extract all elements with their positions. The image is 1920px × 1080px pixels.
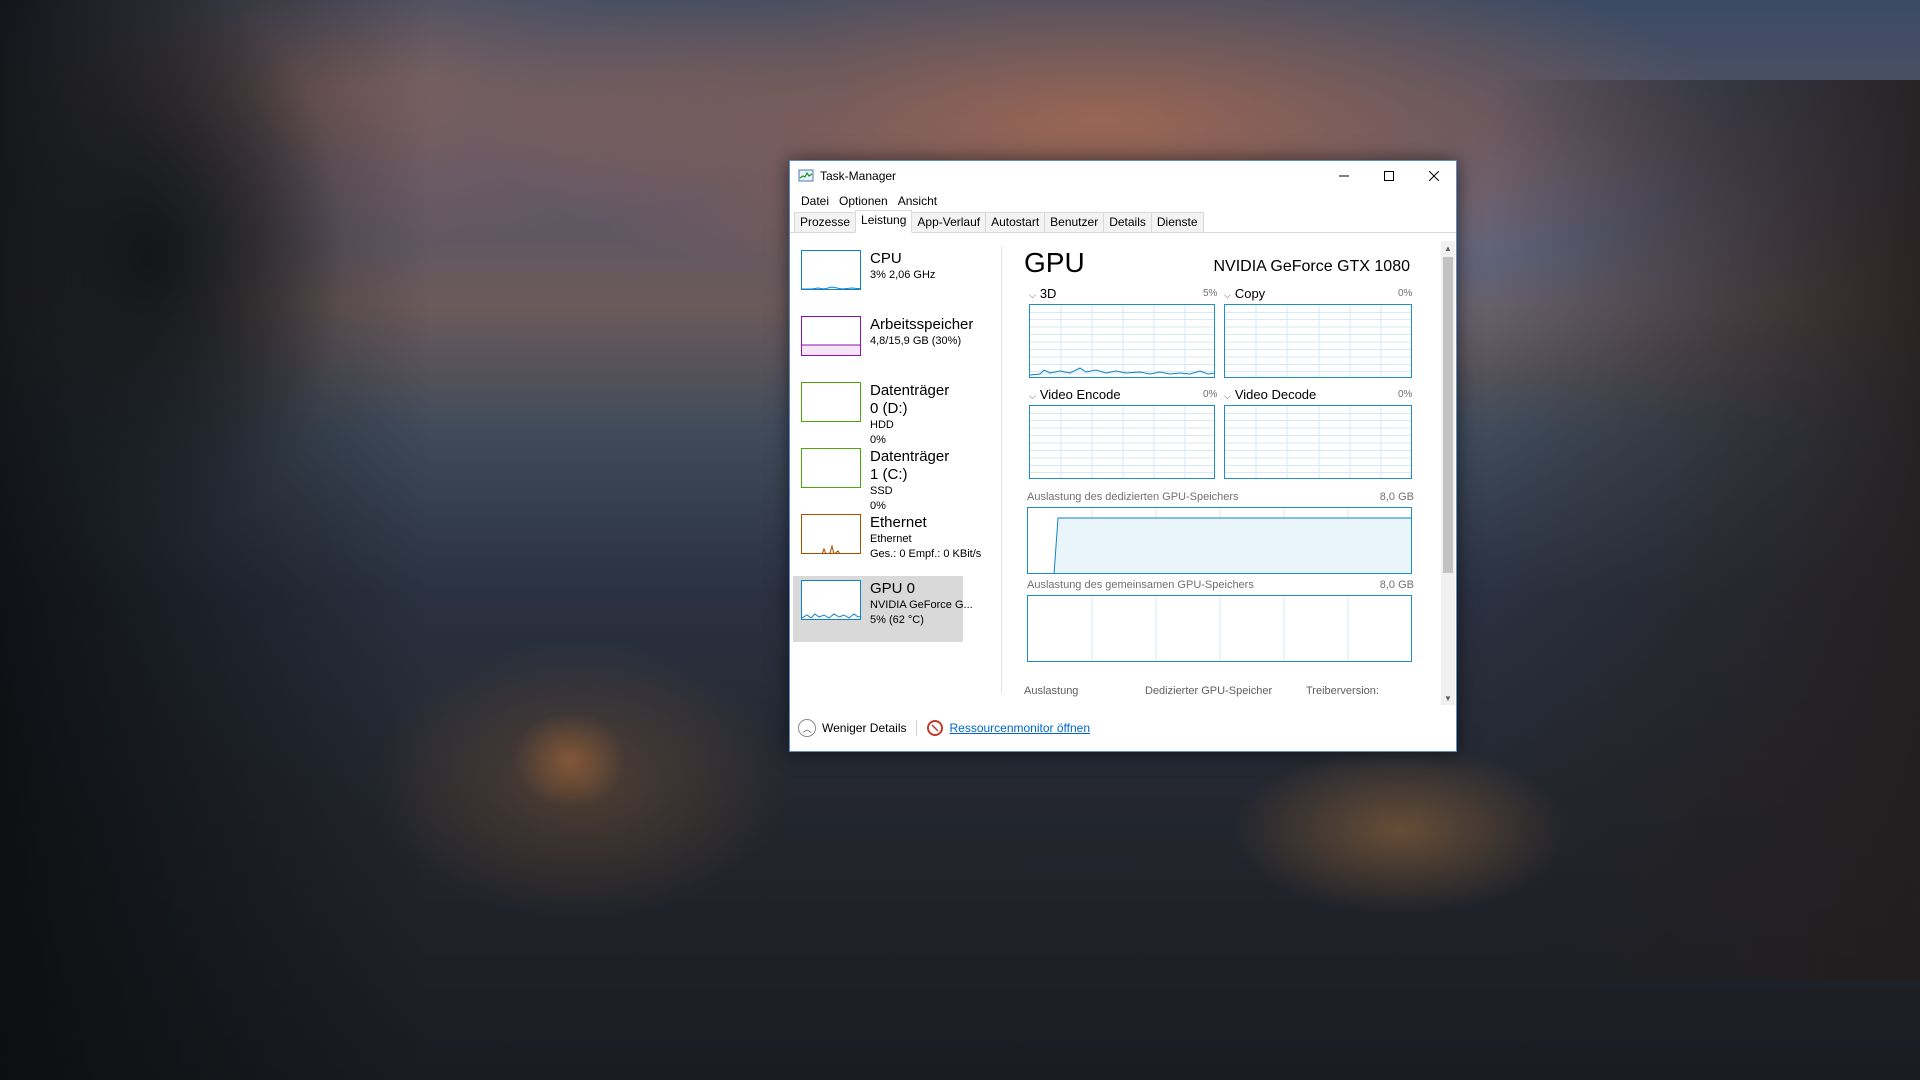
- engine-video-decode-percent: 0%: [1398, 389, 1413, 400]
- sidebar-item-disk-0[interactable]: Datenträger 0 (D:) HDD 0%: [793, 378, 963, 446]
- cpu-sparkline: [801, 250, 861, 290]
- ethernet-adapter: Ethernet: [870, 533, 912, 545]
- ethernet-sparkline: [801, 514, 861, 554]
- sidebar-item-memory[interactable]: Arbeitsspeicher 4,8/15,9 GB (30%): [793, 312, 973, 378]
- gpu-model-name: NVIDIA GeForce GTX 1080: [1213, 258, 1410, 275]
- close-button[interactable]: [1411, 161, 1456, 191]
- tab-details[interactable]: Details: [1103, 212, 1152, 232]
- vertical-scrollbar[interactable]: ▲ ▼: [1441, 241, 1455, 705]
- resource-monitor-label: Ressourcenmonitor öffnen: [949, 721, 1091, 735]
- minimize-icon: [1338, 175, 1349, 177]
- menu-ansicht[interactable]: Ansicht: [893, 194, 942, 208]
- maximize-button[interactable]: [1366, 161, 1411, 191]
- engine-video-decode-selector[interactable]: ⌵ Video Decode: [1224, 387, 1316, 402]
- sidebar-item-ethernet[interactable]: Ethernet Ethernet Ges.: 0 Empf.: 0 KBit/…: [793, 510, 981, 576]
- menu-optionen[interactable]: Optionen: [834, 194, 893, 208]
- engine-copy-label: Copy: [1234, 286, 1266, 301]
- chevron-down-icon: ⌵: [1029, 391, 1036, 401]
- gpu-0-usage: 5% (62 °C): [870, 614, 924, 626]
- shared-memory-max: 8,0 GB: [1379, 579, 1414, 591]
- scroll-up-icon[interactable]: ▲: [1441, 241, 1455, 255]
- tab-leistung[interactable]: Leistung: [855, 210, 913, 233]
- menu-bar: Datei Optionen Ansicht: [790, 191, 1456, 211]
- engine-copy-selector[interactable]: ⌵ Copy: [1224, 286, 1265, 301]
- tab-autostart[interactable]: Autostart: [985, 212, 1046, 232]
- chevron-up-icon: ︿: [798, 719, 816, 737]
- title-bar[interactable]: Task-Manager: [790, 161, 1456, 191]
- menu-datei[interactable]: Datei: [796, 194, 834, 208]
- engine-copy-percent: 0%: [1398, 288, 1413, 299]
- resource-list: CPU 3% 2,06 GHz Arbeitsspeicher 4,8/15,9…: [793, 246, 981, 706]
- disk-0-type: HDD: [870, 419, 894, 431]
- engine-video-decode-graph: [1224, 405, 1412, 479]
- task-manager-icon: [798, 168, 814, 184]
- engine-video-encode-percent: 0%: [1203, 389, 1218, 400]
- tab-app-verlauf[interactable]: App-Verlauf: [911, 212, 987, 232]
- fewer-details-label: Weniger Details: [822, 721, 907, 735]
- dedicated-memory-label: Auslastung des dedizierten GPU-Speichers: [1027, 491, 1239, 503]
- close-icon: [1428, 171, 1439, 181]
- panel-divider: [1001, 246, 1002, 694]
- background-tree: [0, 0, 430, 1080]
- cpu-usage: 3% 2,06 GHz: [870, 269, 936, 281]
- engine-3d-label: 3D: [1039, 286, 1057, 301]
- tab-bar: Prozesse Leistung App-Verlauf Autostart …: [790, 210, 1456, 233]
- gpu-details: GPU NVIDIA GeForce GTX 1080 ⌵ 3D 5% ⌵ Copy: [1024, 248, 1414, 704]
- gpu-0-title: GPU 0: [870, 580, 916, 597]
- background-cable-car: [495, 700, 645, 850]
- engine-video-encode-selector[interactable]: ⌵ Video Encode: [1029, 387, 1121, 402]
- engine-copy-graph: [1224, 304, 1412, 378]
- disk-0-sparkline: [801, 382, 861, 422]
- disk-1-type: SSD: [870, 485, 893, 497]
- chevron-down-icon: ⌵: [1224, 391, 1231, 401]
- task-manager-window: Task-Manager Datei Optionen Ansicht Proz…: [789, 160, 1457, 752]
- engine-video-encode-label: Video Encode: [1039, 387, 1121, 402]
- disk-1-title: Datenträger 1 (C:): [870, 448, 950, 483]
- performance-panel: CPU 3% 2,06 GHz Arbeitsspeicher 4,8/15,9…: [790, 234, 1456, 704]
- resource-monitor-link[interactable]: Ressourcenmonitor öffnen: [927, 720, 1090, 736]
- memory-title: Arbeitsspeicher: [870, 316, 974, 333]
- window-title: Task-Manager: [820, 169, 897, 183]
- stat-driver-version-label: Treiberversion:: [1306, 685, 1379, 697]
- tab-dienste[interactable]: Dienste: [1150, 212, 1204, 232]
- stat-utilization-label: Auslastung: [1024, 685, 1079, 697]
- dedicated-memory-max: 8,0 GB: [1379, 491, 1414, 503]
- dedicated-memory-graph: [1027, 507, 1412, 574]
- gpu-0-model: NVIDIA GeForce G...: [870, 599, 973, 611]
- sidebar-item-disk-1[interactable]: Datenträger 1 (C:) SSD 0%: [793, 444, 963, 512]
- scroll-thumb[interactable]: [1443, 257, 1453, 573]
- footer-separator: [916, 720, 918, 736]
- engine-3d-selector[interactable]: ⌵ 3D: [1029, 286, 1056, 301]
- disk-0-title: Datenträger 0 (D:): [870, 382, 950, 417]
- shared-memory-graph: [1027, 595, 1412, 662]
- scroll-down-icon[interactable]: ▼: [1441, 691, 1455, 705]
- background-houses: [1490, 80, 1920, 980]
- tab-prozesse[interactable]: Prozesse: [794, 212, 857, 232]
- sidebar-item-cpu[interactable]: CPU 3% 2,06 GHz: [793, 246, 963, 312]
- chevron-down-icon: ⌵: [1224, 290, 1231, 300]
- ethernet-title: Ethernet: [870, 514, 927, 531]
- cpu-title: CPU: [870, 250, 902, 267]
- tab-benutzer[interactable]: Benutzer: [1044, 212, 1105, 232]
- disk-1-sparkline: [801, 448, 861, 488]
- engine-video-decode-label: Video Decode: [1234, 387, 1317, 402]
- gpu-sparkline: [801, 580, 861, 620]
- memory-usage: 4,8/15,9 GB (30%): [870, 335, 962, 347]
- gpu-heading: GPU: [1024, 247, 1085, 278]
- engine-3d-graph: [1029, 304, 1215, 378]
- maximize-icon: [1383, 171, 1394, 181]
- stat-dedicated-memory-label: Dedizierter GPU-Speicher: [1145, 685, 1273, 697]
- fewer-details-button[interactable]: ︿ Weniger Details: [798, 719, 906, 737]
- shared-memory-label: Auslastung des gemeinsamen GPU-Speichers: [1027, 579, 1254, 591]
- memory-sparkline: [801, 316, 861, 356]
- engine-video-encode-graph: [1029, 405, 1215, 479]
- engine-3d-percent: 5%: [1203, 288, 1218, 299]
- footer-bar: ︿ Weniger Details Ressourcenmonitor öffn…: [790, 705, 1456, 751]
- ethernet-throughput: Ges.: 0 Empf.: 0 KBit/s: [870, 548, 982, 560]
- minimize-button[interactable]: [1321, 161, 1366, 191]
- sidebar-item-gpu-0[interactable]: GPU 0 NVIDIA GeForce G... 5% (62 °C): [793, 576, 973, 642]
- chevron-down-icon: ⌵: [1029, 290, 1036, 300]
- resource-monitor-icon: [927, 720, 944, 736]
